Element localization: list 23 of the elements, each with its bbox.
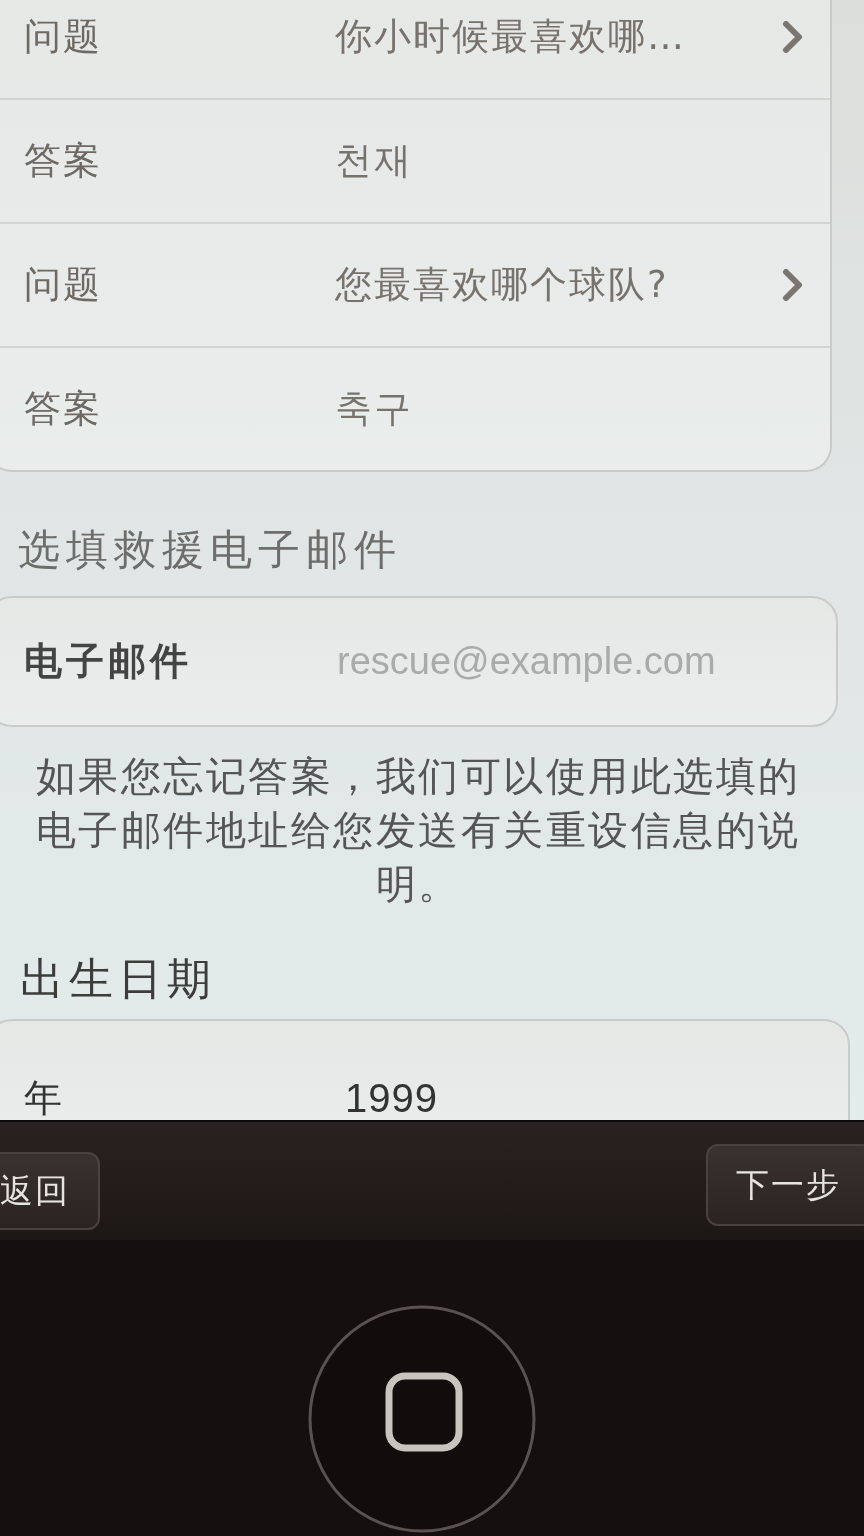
chevron-icon: [782, 21, 804, 53]
date-value: 1999: [345, 1075, 439, 1120]
date-label: 年: [24, 1074, 65, 1120]
home-button-icon[interactable]: [307, 1304, 537, 1534]
back-button[interactable]: 返回: [0, 1152, 100, 1230]
help-text: 如果您忘记答案，我们可以使用此选填的电子邮件地址给您发送有关重设信息的说明。: [34, 752, 802, 909]
question-value: 您最喜欢哪个球队?: [335, 262, 670, 308]
question-label: 问题: [24, 262, 103, 308]
question-picker-row[interactable]: 问题 你小时候最喜欢哪…: [0, 0, 830, 100]
answer-label: 答案: [24, 138, 103, 184]
email-label: 电子邮件: [24, 638, 193, 685]
next-button[interactable]: 下一步: [706, 1144, 864, 1226]
question-picker-row[interactable]: 问题 您最喜欢哪个球队?: [0, 224, 830, 348]
answer-label: 答案: [24, 386, 103, 432]
question-label: 问题: [24, 14, 103, 60]
date-row[interactable]: 年 1999: [0, 1021, 848, 1120]
section-header: 选填救援电子邮件: [17, 524, 403, 576]
answer-field[interactable]: 천재: [335, 136, 804, 186]
chevron-icon: [782, 269, 804, 301]
question-value: 你小时候最喜欢哪…: [335, 14, 687, 60]
answer-field[interactable]: 축구: [335, 384, 804, 434]
section-header: 出生日期: [19, 952, 217, 1006]
email-field[interactable]: rescue@example.com: [337, 634, 810, 689]
